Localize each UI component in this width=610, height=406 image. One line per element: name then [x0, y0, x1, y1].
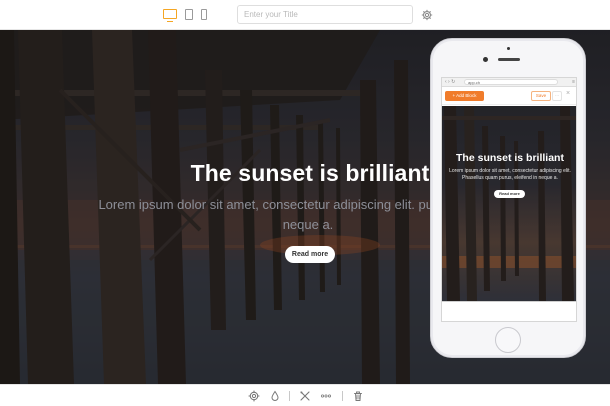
more-button[interactable]: ···	[552, 91, 562, 101]
preview-pier-image	[442, 106, 576, 301]
tablet-icon[interactable]	[185, 9, 193, 20]
close-icon[interactable]: ×	[566, 90, 570, 97]
more-icon[interactable]	[320, 390, 332, 402]
hero-section: The sunset is brilliant Lorem ipsum dolo…	[0, 30, 610, 384]
title-input[interactable]	[237, 5, 413, 24]
browser-nav-icon[interactable]: ‹ › ↻	[445, 79, 455, 85]
trash-icon[interactable]	[352, 390, 364, 402]
browser-menu-icon[interactable]: ≡	[572, 79, 575, 85]
preview-footer	[442, 301, 576, 321]
phone-preview: ‹ › ↻ app.ch ≡ + Add Block Save ··· × Th…	[430, 38, 586, 358]
gear-icon[interactable]	[248, 390, 260, 402]
phone-camera	[483, 57, 488, 62]
preview-title[interactable]: The sunset is brilliant	[442, 152, 576, 164]
browser-bar: ‹ › ↻ app.ch ≡	[442, 78, 576, 87]
gear-icon[interactable]	[421, 9, 433, 21]
toolbar-divider	[289, 391, 290, 401]
builder-bar: + Add Block Save ··· ×	[442, 87, 576, 105]
preview-read-more-button[interactable]: Read more	[494, 190, 525, 198]
phone-home-button	[495, 327, 521, 353]
read-more-button[interactable]: Read more	[285, 246, 335, 263]
phone-sensor	[507, 47, 510, 50]
phone-speaker	[498, 58, 520, 61]
bottom-toolbar	[0, 384, 610, 406]
save-button[interactable]: Save	[531, 91, 551, 101]
preview-hero: The sunset is brilliant Lorem ipsum dolo…	[442, 106, 576, 301]
top-toolbar	[0, 0, 610, 30]
phone-icon[interactable]	[201, 9, 207, 20]
preview-text[interactable]: Lorem ipsum dolor sit amet, consectetur …	[448, 168, 572, 182]
browser-url[interactable]: app.ch	[464, 79, 558, 85]
add-block-button[interactable]: + Add Block	[445, 91, 484, 101]
drop-icon[interactable]	[269, 390, 281, 402]
phone-screen: ‹ › ↻ app.ch ≡ + Add Block Save ··· × Th…	[441, 77, 577, 322]
tools-icon[interactable]	[299, 390, 311, 402]
desktop-icon[interactable]	[163, 9, 177, 23]
toolbar-divider	[342, 391, 343, 401]
